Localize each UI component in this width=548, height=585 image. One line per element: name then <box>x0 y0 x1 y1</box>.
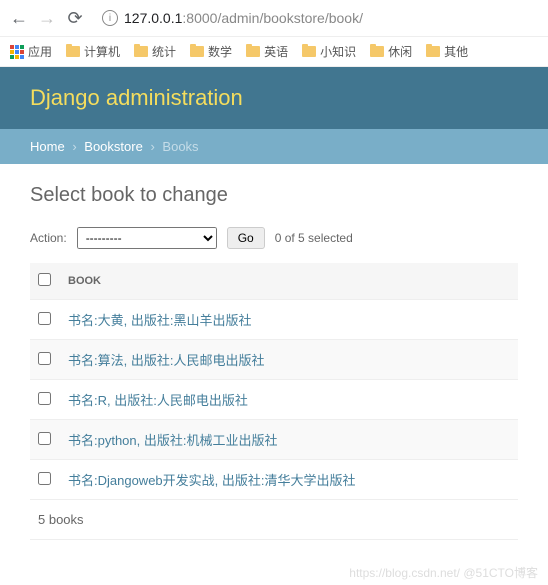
breadcrumb-home[interactable]: Home <box>30 139 65 154</box>
book-link[interactable]: 书名:python, 出版社:机械工业出版社 <box>68 433 277 448</box>
bookmark-folder[interactable]: 休闲 <box>370 43 412 60</box>
bookmark-label: 计算机 <box>84 43 120 60</box>
row-checkbox[interactable] <box>38 472 51 485</box>
row-checkbox[interactable] <box>38 432 51 445</box>
select-all-header <box>30 263 60 300</box>
browser-toolbar: ← → ⟳ i 127.0.0.1:8000/admin/bookstore/b… <box>0 0 548 37</box>
bookmark-folder[interactable]: 英语 <box>246 43 288 60</box>
site-title: Django administration <box>30 85 243 110</box>
back-button[interactable]: ← <box>10 9 28 27</box>
table-row: 书名:python, 出版社:机械工业出版社 <box>30 420 518 460</box>
watermark: https://blog.csdn.net/ @51CTO博客 <box>0 560 548 585</box>
breadcrumb-app[interactable]: Bookstore <box>84 139 143 154</box>
folder-icon <box>426 46 440 57</box>
breadcrumb: Home › Bookstore › Books <box>0 129 548 164</box>
folder-icon <box>190 46 204 57</box>
url-port: :8000 <box>182 10 217 26</box>
bookmark-folder[interactable]: 统计 <box>134 43 176 60</box>
row-checkbox[interactable] <box>38 352 51 365</box>
info-icon: i <box>102 10 118 26</box>
bookmark-label: 数学 <box>208 43 232 60</box>
go-button[interactable]: Go <box>227 227 265 249</box>
breadcrumb-current: Books <box>162 139 198 154</box>
bookmark-label: 其他 <box>444 43 468 60</box>
result-count: 5 books <box>30 500 518 540</box>
url-path: /admin/bookstore/book/ <box>217 10 363 26</box>
book-link[interactable]: 书名:大黄, 出版社:黑山羊出版社 <box>68 313 251 328</box>
table-row: 书名:大黄, 出版社:黑山羊出版社 <box>30 300 518 340</box>
bookmark-label: 英语 <box>264 43 288 60</box>
book-link[interactable]: 书名:R, 出版社:人民邮电出版社 <box>68 393 248 408</box>
forward-button[interactable]: → <box>38 9 56 27</box>
row-checkbox[interactable] <box>38 312 51 325</box>
folder-icon <box>302 46 316 57</box>
content: Select book to change Action: --------- … <box>0 164 548 560</box>
apps-icon <box>10 45 24 59</box>
action-label: Action: <box>30 231 67 245</box>
bookmark-folder[interactable]: 其他 <box>426 43 468 60</box>
selection-count: 0 of 5 selected <box>275 231 353 245</box>
bookmark-folder[interactable]: 数学 <box>190 43 232 60</box>
breadcrumb-sep: › <box>72 139 76 154</box>
bookmark-label: 统计 <box>152 43 176 60</box>
action-bar: Action: --------- Go 0 of 5 selected <box>30 227 518 249</box>
action-select[interactable]: --------- <box>77 227 217 249</box>
row-checkbox[interactable] <box>38 392 51 405</box>
bookmark-label: 小知识 <box>320 43 356 60</box>
page-title: Select book to change <box>30 184 518 207</box>
folder-icon <box>370 46 384 57</box>
bookmark-folder[interactable]: 计算机 <box>66 43 120 60</box>
bookmark-label: 休闲 <box>388 43 412 60</box>
column-header-book[interactable]: BOOK <box>60 263 518 300</box>
address-bar[interactable]: i 127.0.0.1:8000/admin/bookstore/book/ <box>94 6 538 30</box>
table-row: 书名:Djangoweb开发实战, 出版社:清华大学出版社 <box>30 460 518 500</box>
changelist-table: BOOK 书名:大黄, 出版社:黑山羊出版社 书名:算法, 出版社:人民邮电出版… <box>30 263 518 500</box>
bookmark-folder[interactable]: 小知识 <box>302 43 356 60</box>
url-host: 127.0.0.1 <box>124 10 182 26</box>
folder-icon <box>246 46 260 57</box>
reload-button[interactable]: ⟳ <box>66 9 84 27</box>
book-link[interactable]: 书名:算法, 出版社:人民邮电出版社 <box>68 353 264 368</box>
select-all-checkbox[interactable] <box>38 273 51 286</box>
url-text: 127.0.0.1:8000/admin/bookstore/book/ <box>124 10 363 26</box>
table-row: 书名:R, 出版社:人民邮电出版社 <box>30 380 518 420</box>
folder-icon <box>66 46 80 57</box>
book-link[interactable]: 书名:Djangoweb开发实战, 出版社:清华大学出版社 <box>68 473 356 488</box>
apps-label: 应用 <box>28 43 52 60</box>
apps-button[interactable]: 应用 <box>10 43 52 60</box>
bookmarks-bar: 应用 计算机 统计 数学 英语 小知识 休闲 其他 <box>0 37 548 67</box>
breadcrumb-sep: › <box>150 139 154 154</box>
table-row: 书名:算法, 出版社:人民邮电出版社 <box>30 340 518 380</box>
folder-icon <box>134 46 148 57</box>
site-header: Django administration <box>0 67 548 129</box>
